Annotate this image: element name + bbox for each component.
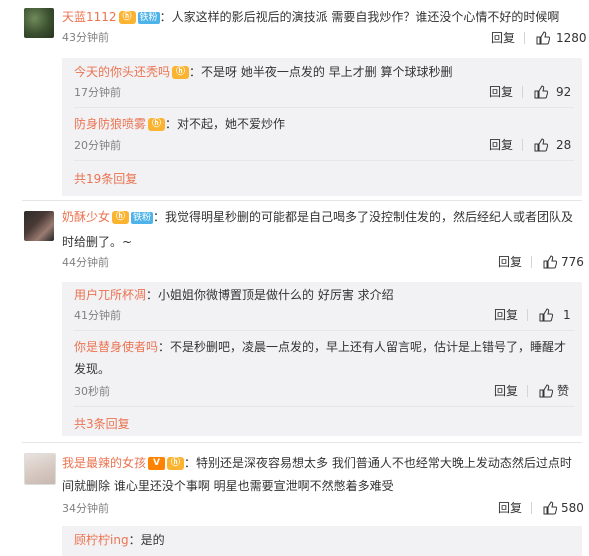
divider	[74, 160, 574, 161]
comment-line: 我是最辣的女孩 Vⓗ ：特别还是深夜容易想太多 我们普通人不也经常大晚上发动态然后过…	[62, 455, 572, 471]
like-count: 1280	[556, 31, 587, 45]
reply-button[interactable]: 回复	[494, 383, 518, 399]
avatar[interactable]	[24, 453, 56, 485]
reply-username[interactable]: 你是替身使者吗	[74, 340, 158, 354]
comment-time: 44分钟前	[62, 256, 109, 269]
like-count: 赞	[557, 384, 570, 398]
divider	[527, 385, 528, 397]
reply-button[interactable]: 回复	[498, 500, 522, 516]
like-count: 92	[556, 85, 572, 99]
reply-username[interactable]: 防身防狼喷雾	[74, 117, 146, 131]
divider	[522, 139, 523, 151]
like-count: 776	[561, 255, 584, 269]
comment-text: ：人家这样的影后视后的演技派 需要自我炒作？谁还没个心情不好的时候啊	[159, 10, 560, 24]
reply-time: 30秒前	[74, 385, 110, 398]
reply-username[interactable]: 用户兀所杯凋	[74, 288, 146, 302]
divider	[522, 86, 523, 98]
like-count: 580	[561, 501, 584, 515]
reply-list	[62, 282, 582, 436]
reply-text-continued: 发现。	[74, 362, 111, 376]
reply-button[interactable]: 回复	[491, 30, 515, 46]
reply-text: ：是的	[128, 533, 165, 547]
comment-username[interactable]: 我是最辣的女孩	[62, 456, 146, 470]
like-count: 1	[563, 308, 571, 322]
comment-username[interactable]: 奶酥少女	[62, 210, 110, 224]
reply-time: 17分钟前	[74, 86, 121, 99]
like-icon[interactable]	[543, 255, 557, 269]
like-icon[interactable]	[543, 501, 557, 515]
comment-time: 43分钟前	[62, 31, 109, 44]
divider	[74, 330, 574, 331]
comment-text-continued: 时给删了。~	[62, 235, 133, 249]
comment-line: 奶酥少女 ⓗ 铁粉 ：我觉得明星秒删的可能都是自己喝多了没控制住发的，然后经纪人或者团…	[62, 209, 573, 225]
reply-time: 20分钟前	[74, 139, 121, 152]
level-badge-icon: ⓗ	[172, 66, 190, 79]
like-icon[interactable]	[536, 31, 550, 45]
reply-line: 你是替身使者吗：不是秒删吧，凌晨一点发的，早上还有人留言呢，估计是上错号了，睡醒…	[74, 339, 566, 355]
reply-username[interactable]: 今天的你头还秃吗	[74, 65, 170, 79]
reply-time: 41分钟前	[74, 309, 121, 322]
reply-text: ：小姐姐你微博置顶是做什么的 好厉害 求介绍	[146, 288, 394, 302]
reply-button[interactable]: 回复	[498, 254, 522, 270]
divider	[74, 107, 574, 108]
reply-text: ：不是秒删吧，凌晨一点发的，早上还有人留言呢，估计是上错号了，睡醒才	[158, 340, 567, 354]
comment-text: ：我觉得明星秒删的可能都是自己喝多了没控制住发的，然后经纪人或者团队及	[153, 210, 574, 224]
level-badge-icon: ⓗ	[148, 118, 166, 131]
reply-line: 防身防狼喷雾 ⓗ ：对不起，她不爱炒作	[74, 116, 285, 132]
reply-text: ：不是呀 她半夜一点发的 早上才删 算个球球秒删	[189, 65, 453, 79]
reply-line: 顾柠柠ing：是的	[74, 532, 165, 548]
like-count: 28	[556, 138, 572, 152]
fan-badge[interactable]: 铁粉	[137, 11, 160, 24]
comment-time: 34分钟前	[62, 502, 109, 515]
like-icon[interactable]	[534, 85, 548, 99]
level-badge-icon: ⓗ	[167, 457, 185, 470]
divider	[74, 406, 574, 407]
comment-line: 天蓝1112 ⓗ 铁粉 ：人家这样的影后视后的演技派 需要自我炒作？谁还没个心情不好的…	[62, 9, 559, 25]
avatar[interactable]	[24, 211, 54, 241]
vip-badge-icon: V	[148, 457, 166, 470]
more-replies-link[interactable]: 共19条回复	[74, 171, 137, 187]
like-icon[interactable]	[534, 138, 548, 152]
divider	[527, 309, 528, 321]
divider	[524, 32, 525, 44]
reply-line: 今天的你头还秃吗 ⓗ ：不是呀 她半夜一点发的 早上才删 算个球球秒删	[74, 64, 452, 80]
reply-line: 用户兀所杯凋：小姐姐你微博置顶是做什么的 好厉害 求介绍	[74, 287, 394, 303]
fan-badge[interactable]: 铁粉	[131, 211, 154, 224]
comment-text-continued: 间就删除 谁心里还没个事啊 明星也需要宣泄啊不然憋着多难受	[62, 479, 394, 493]
reply-button[interactable]: 回复	[489, 137, 513, 153]
comment-username[interactable]: 天蓝1112	[62, 10, 117, 24]
divider	[22, 442, 582, 443]
reply-button[interactable]: 回复	[494, 307, 518, 323]
like-icon[interactable]	[539, 384, 553, 398]
comment-text: ：特别还是深夜容易想太多 我们普通人不也经常大晚上发动态然后过点时	[184, 456, 572, 470]
like-icon[interactable]	[539, 308, 553, 322]
more-replies-link[interactable]: 共3条回复	[74, 416, 130, 432]
reply-text: ：对不起，她不爱炒作	[165, 117, 286, 131]
reply-username[interactable]: 顾柠柠ing	[74, 533, 129, 547]
level-badge-icon: ⓗ	[112, 211, 130, 224]
level-badge-icon: ⓗ	[118, 11, 136, 24]
avatar[interactable]	[24, 8, 54, 38]
reply-button[interactable]: 回复	[489, 84, 513, 100]
divider	[531, 502, 532, 514]
divider	[531, 256, 532, 268]
divider	[22, 200, 582, 201]
